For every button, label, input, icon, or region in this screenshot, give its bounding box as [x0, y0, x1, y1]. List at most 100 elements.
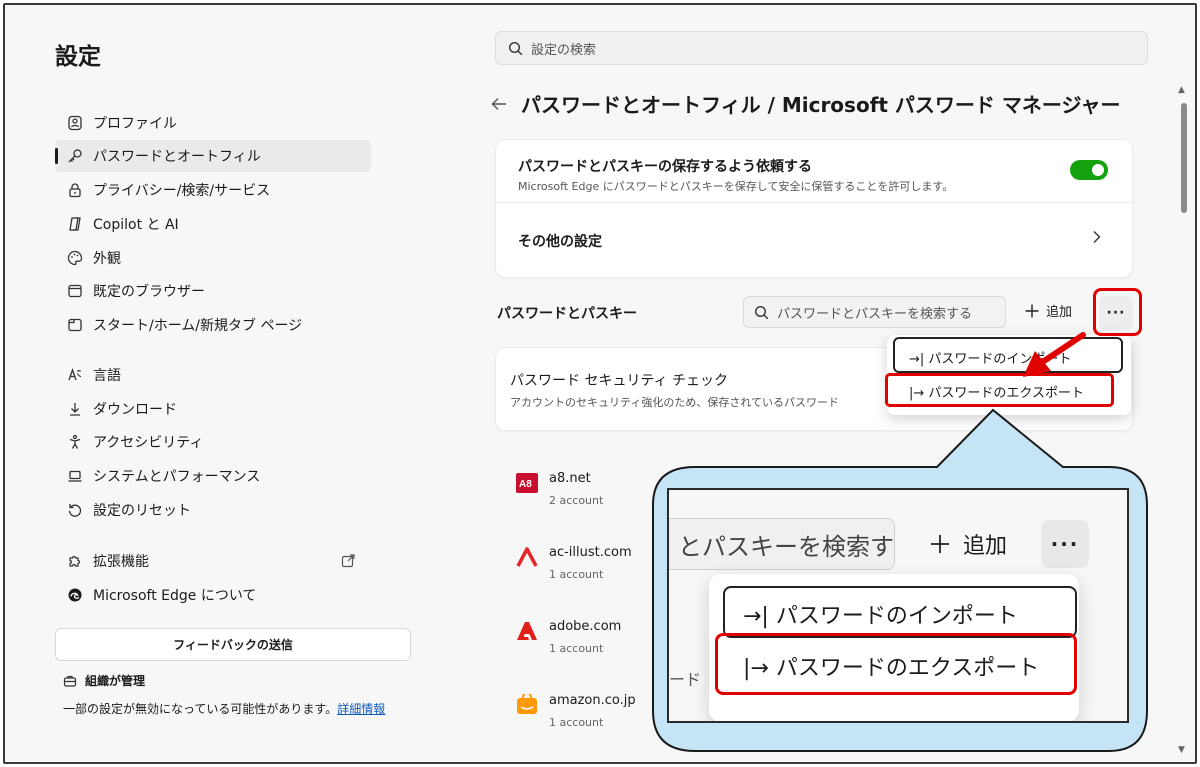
sidebar-item-passwords[interactable]: パスワードとオートフィル — [55, 140, 371, 172]
search-icon — [508, 41, 523, 56]
zoom-import-item: →| パスワードのインポート — [743, 598, 1018, 630]
zoom-export-item: |→ パスワードのエクスポート — [743, 650, 1039, 682]
settings-title: 設定 — [55, 44, 101, 70]
learn-more-link[interactable]: 詳細情報 — [337, 702, 385, 716]
account-count: 1 account — [549, 716, 604, 729]
sidebar-item-system[interactable]: システムとパフォーマンス — [55, 460, 371, 492]
sidebar-item-profile[interactable]: プロファイル — [55, 107, 371, 139]
managed-by-org: 組織が管理 — [63, 672, 145, 689]
search-placeholder: 設定の検索 — [531, 42, 597, 58]
search-icon — [754, 305, 769, 320]
policy-note: 一部の設定が無効になっている可能性があります。詳細情報 — [63, 700, 385, 717]
plus-icon — [1024, 303, 1040, 319]
sidebar-item-appearance[interactable]: 外観 — [55, 242, 371, 274]
page-title: パスワードとオートフィル / Microsoft パスワード マネージャー — [491, 89, 1120, 118]
save-settings-card: パスワードとパスキーの保存するよう依頼する Microsoft Edge にパス… — [495, 139, 1133, 278]
puzzle-icon — [63, 553, 87, 569]
back-arrow-icon[interactable] — [491, 97, 507, 111]
security-check-subtitle: アカウントのセキュリティ強化のため、保存されているパスワード — [510, 396, 840, 409]
security-check-title: パスワード セキュリティ チェック — [510, 373, 729, 389]
zoom-export-label: パスワードのエクスポート — [775, 656, 1040, 681]
list-item[interactable]: A8 a8.net 2 account — [515, 471, 603, 507]
add-label: 追加 — [1046, 305, 1073, 320]
export-highlight-box — [885, 373, 1114, 407]
download-icon — [63, 401, 87, 417]
policy-note-text: 一部の設定が無効になっている可能性があります。 — [63, 702, 338, 716]
import-icon: →| — [743, 604, 769, 629]
scroll-up-arrow-icon[interactable]: ▲ — [1178, 85, 1185, 95]
sidebar: 設定 プロファイル パスワードとオートフィル プライバシー/検索/サービス Co… — [5, 5, 435, 762]
reset-icon — [63, 502, 87, 518]
zoom-search-fragment: とパスキーを検索する — [669, 518, 895, 570]
language-icon — [63, 367, 87, 383]
sidebar-item-privacy[interactable]: プライバシー/検索/サービス — [55, 174, 371, 206]
sidebar-item-reset[interactable]: 設定のリセット — [55, 494, 371, 526]
sidebar-item-extensions[interactable]: 拡張機能 — [55, 545, 371, 577]
sidebar-item-accessibility[interactable]: アクセシビリティ — [55, 426, 371, 458]
list-item[interactable]: adobe.com 1 account — [515, 619, 621, 655]
amazon-logo-icon — [515, 693, 539, 717]
more-button-highlight — [1093, 288, 1142, 336]
sidebar-item-label: Copilot と AI — [93, 217, 179, 233]
site-name: a8.net — [549, 471, 591, 486]
managed-label: 組織が管理 — [85, 674, 146, 688]
a8-logo-icon: A8 — [515, 471, 539, 495]
sidebar-item-default-browser[interactable]: 既定のブラウザー — [55, 275, 371, 307]
account-count: 1 account — [549, 568, 604, 581]
copilot-icon — [63, 216, 87, 232]
scrollbar-thumb[interactable] — [1181, 103, 1187, 213]
export-icon: |→ — [743, 656, 769, 681]
sidebar-item-label: スタート/ホーム/新規タブ ページ — [93, 318, 303, 334]
site-name: ac-illust.com — [549, 545, 632, 560]
sidebar-item-label: 言語 — [93, 368, 121, 384]
card-divider — [496, 202, 1132, 203]
scroll-down-arrow-icon[interactable]: ▼ — [1178, 745, 1185, 755]
feedback-button[interactable]: フィードバックの送信 — [55, 628, 411, 661]
settings-window: 設定 プロファイル パスワードとオートフィル プライバシー/検索/サービス Co… — [3, 3, 1197, 764]
zoom-add-label: 追加 — [963, 534, 1008, 559]
account-count: 1 account — [549, 642, 604, 655]
newtab-icon — [63, 317, 87, 333]
zoom-detail: とパスキーを検索する 追加 ··· ード →| パスワードのインポート |→ パ… — [667, 488, 1129, 723]
zoom-side-fragment: ード — [669, 670, 702, 689]
save-passwords-toggle[interactable] — [1070, 160, 1108, 180]
laptop-icon — [63, 468, 87, 484]
sidebar-item-start-home[interactable]: スタート/ホーム/新規タブ ページ — [55, 309, 371, 341]
site-name: amazon.co.jp — [549, 693, 636, 708]
sidebar-item-label: アクセシビリティ — [93, 435, 204, 451]
list-item[interactable]: ac-illust.com 1 account — [515, 545, 632, 581]
settings-search-input[interactable]: 設定の検索 — [495, 31, 1148, 65]
key-icon — [63, 148, 87, 164]
sidebar-item-downloads[interactable]: ダウンロード — [55, 393, 371, 425]
palette-icon — [63, 250, 87, 266]
sidebar-item-label: 外観 — [93, 251, 121, 267]
list-item[interactable]: amazon.co.jp 1 account — [515, 693, 636, 729]
sidebar-item-label: 設定のリセット — [93, 503, 191, 519]
sidebar-item-label: ダウンロード — [93, 402, 177, 418]
other-settings-row[interactable]: その他の設定 — [518, 231, 602, 251]
sidebar-item-label: プロファイル — [93, 116, 177, 132]
chevron-right-icon[interactable] — [1092, 230, 1102, 244]
page-title-text: パスワードとオートフィル / Microsoft パスワード マネージャー — [521, 93, 1121, 117]
site-name: adobe.com — [549, 619, 622, 634]
account-count: 2 account — [549, 494, 604, 507]
edge-icon — [63, 587, 87, 603]
sidebar-item-about[interactable]: Microsoft Edge について — [55, 579, 371, 611]
zoom-import-label: パスワードのインポート — [775, 604, 1018, 629]
browser-icon — [63, 283, 87, 299]
passwords-section-title: パスワードとパスキー — [497, 306, 637, 322]
password-search-placeholder: パスワードとパスキーを検索する — [777, 306, 973, 322]
zoom-more-button: ··· — [1041, 520, 1089, 568]
sidebar-item-label: システムとパフォーマンス — [93, 469, 261, 485]
add-password-button[interactable]: 追加 — [1024, 301, 1072, 320]
sidebar-item-copilot[interactable]: Copilot と AI — [55, 208, 371, 240]
sidebar-item-label: 既定のブラウザー — [93, 284, 205, 300]
briefcase-icon — [63, 674, 77, 688]
ac-illust-logo-icon — [515, 545, 539, 569]
sidebar-item-label: Microsoft Edge について — [93, 588, 257, 604]
external-link-icon[interactable] — [341, 553, 355, 572]
save-passwords-subtitle: Microsoft Edge にパスワードとパスキーを保存して安全に保管すること… — [518, 180, 954, 193]
save-passwords-title: パスワードとパスキーの保存するよう依頼する — [518, 159, 812, 175]
password-search-input[interactable]: パスワードとパスキーを検索する — [743, 296, 1006, 328]
sidebar-item-language[interactable]: 言語 — [55, 359, 371, 391]
